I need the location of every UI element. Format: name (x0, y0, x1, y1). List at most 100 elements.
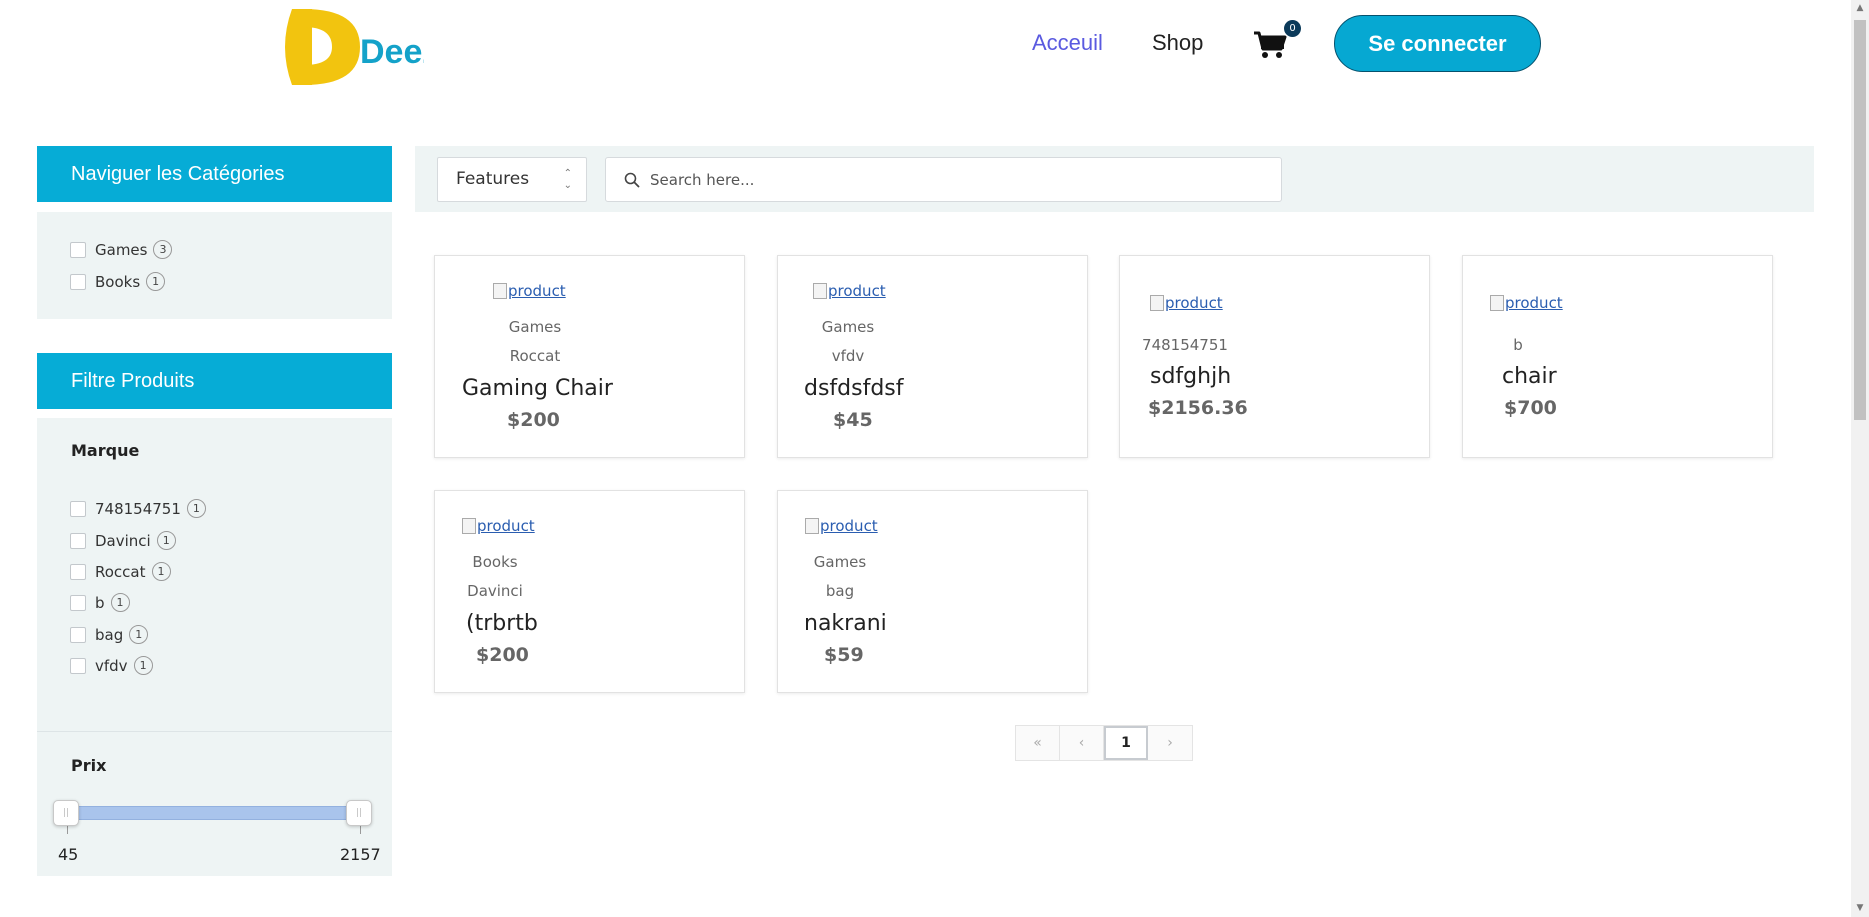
product-category: Games (508, 318, 562, 336)
category-filter-books[interactable]: Books 1 (70, 272, 166, 291)
brand-filter-roccat[interactable]: Roccat 1 (70, 562, 171, 581)
brand-label: b (95, 593, 105, 612)
brand-filter-vfdv[interactable]: vfdv 1 (70, 656, 153, 675)
pagination-page-1[interactable]: 1 (1104, 726, 1148, 760)
site-logo[interactable]: Deez (282, 5, 439, 85)
checkbox[interactable] (70, 626, 86, 643)
logo-text: Deez (360, 33, 424, 71)
product-name[interactable]: chair (1502, 364, 1557, 389)
product-card[interactable]: product b chair $700 (1462, 255, 1773, 458)
product-name[interactable]: (trbrtb (466, 611, 538, 636)
cart-count-badge: 0 (1284, 20, 1301, 37)
scroll-thumb[interactable] (1854, 20, 1866, 420)
filter-panel-title: Filtre Produits (37, 353, 392, 409)
price-section-title: Prix (71, 756, 107, 775)
product-price: $45 (833, 409, 873, 431)
product-image-alt: product (508, 282, 566, 300)
brand-label: Davinci (95, 531, 151, 550)
brand-label: Roccat (95, 562, 146, 581)
brand-filter-bag[interactable]: bag 1 (70, 625, 149, 644)
category-filter-games[interactable]: Games 3 (70, 240, 173, 259)
category-count: 3 (153, 240, 173, 259)
brand-label: vfdv (95, 656, 128, 675)
product-image-alt: product (1505, 294, 1563, 312)
product-card[interactable]: product Games bag nakrani $59 (777, 490, 1088, 693)
product-image-alt: product (828, 282, 886, 300)
brand-count: 1 (186, 499, 206, 518)
broken-image-icon (462, 518, 476, 534)
product-price: $200 (507, 409, 560, 431)
brand-count: 1 (133, 656, 153, 675)
product-image-alt: product (1165, 294, 1223, 312)
price-min-handle[interactable]: || (53, 800, 79, 826)
product-brand: Roccat (509, 347, 561, 365)
product-price: $700 (1504, 397, 1557, 419)
checkbox[interactable] (70, 500, 86, 517)
scroll-up-arrow[interactable]: ▲ (1854, 3, 1866, 13)
product-brand: vfdv (831, 347, 865, 365)
filter-divider (37, 731, 392, 732)
categories-panel-title: Naviguer les Catégories (37, 146, 392, 202)
product-brand: bag (825, 582, 855, 600)
product-card[interactable]: product Games vfdv dsfdsfdsf $45 (777, 255, 1088, 458)
brand-count: 1 (110, 593, 130, 612)
sort-select[interactable]: Features ⌃ ⌄ (437, 157, 587, 202)
product-card[interactable]: product Games Roccat Gaming Chair $200 (434, 255, 745, 458)
product-card[interactable]: product Books Davinci (trbrtb $200 (434, 490, 745, 693)
cart-icon[interactable] (1253, 30, 1287, 60)
product-image-link[interactable]: product (1150, 294, 1223, 312)
product-name[interactable]: sdfghjh (1150, 364, 1231, 389)
product-price: $200 (476, 644, 529, 666)
price-range-track[interactable] (66, 806, 359, 820)
checkbox[interactable] (70, 563, 86, 580)
checkbox[interactable] (70, 273, 86, 290)
product-name[interactable]: nakrani (804, 611, 887, 636)
price-max-label: 2157 (340, 845, 381, 864)
product-image-link[interactable]: product (813, 282, 886, 300)
product-card[interactable]: product 748154751 sdfghjh $2156.36 (1119, 255, 1430, 458)
slider-tick (67, 826, 68, 834)
product-image-alt: product (477, 517, 535, 535)
search-input[interactable] (650, 168, 1250, 192)
search-box[interactable] (605, 157, 1282, 202)
pagination-first[interactable]: « (1016, 726, 1060, 760)
slider-tick (360, 826, 361, 834)
product-category: Games (821, 318, 875, 336)
checkbox[interactable] (70, 532, 86, 549)
product-image-link[interactable]: product (1490, 294, 1563, 312)
category-count: 1 (146, 272, 166, 291)
category-label: Games (95, 240, 148, 259)
chevron-up-down-icon: ⌃ ⌄ (563, 168, 572, 191)
product-image-link[interactable]: product (462, 517, 535, 535)
scroll-down-arrow[interactable]: ▼ (1854, 903, 1866, 913)
product-image-alt: product (820, 517, 878, 535)
pagination-next[interactable]: › (1148, 726, 1192, 760)
product-name[interactable]: Gaming Chair (462, 376, 613, 401)
product-image-link[interactable]: product (493, 282, 566, 300)
checkbox[interactable] (70, 657, 86, 674)
product-brand: Davinci (467, 582, 523, 600)
brand-filter-davinci[interactable]: Davinci 1 (70, 531, 176, 550)
brand-count: 1 (156, 531, 176, 550)
nav-link-shop[interactable]: Shop (1152, 30, 1203, 56)
broken-image-icon (493, 283, 507, 299)
checkbox[interactable] (70, 241, 86, 258)
product-category: Games (813, 553, 867, 571)
category-label: Books (95, 272, 141, 291)
price-min-label: 45 (58, 845, 79, 864)
login-button[interactable]: Se connecter (1334, 15, 1541, 72)
broken-image-icon (805, 518, 819, 534)
brand-filter-b[interactable]: b 1 (70, 593, 130, 612)
price-max-handle[interactable]: || (346, 800, 372, 826)
nav-link-accueil[interactable]: Acceuil (1032, 30, 1103, 56)
brand-filter-748154751[interactable]: 748154751 1 (70, 499, 206, 518)
product-name[interactable]: dsfdsfdsf (804, 376, 904, 401)
search-icon (624, 172, 640, 188)
checkbox[interactable] (70, 594, 86, 611)
brand-label: bag (95, 625, 124, 644)
product-price: $2156.36 (1148, 397, 1248, 419)
pagination-prev[interactable]: ‹ (1060, 726, 1104, 760)
product-image-link[interactable]: product (805, 517, 878, 535)
brand-label: 748154751 (95, 499, 181, 518)
product-brand: 748154751 (1142, 336, 1228, 354)
